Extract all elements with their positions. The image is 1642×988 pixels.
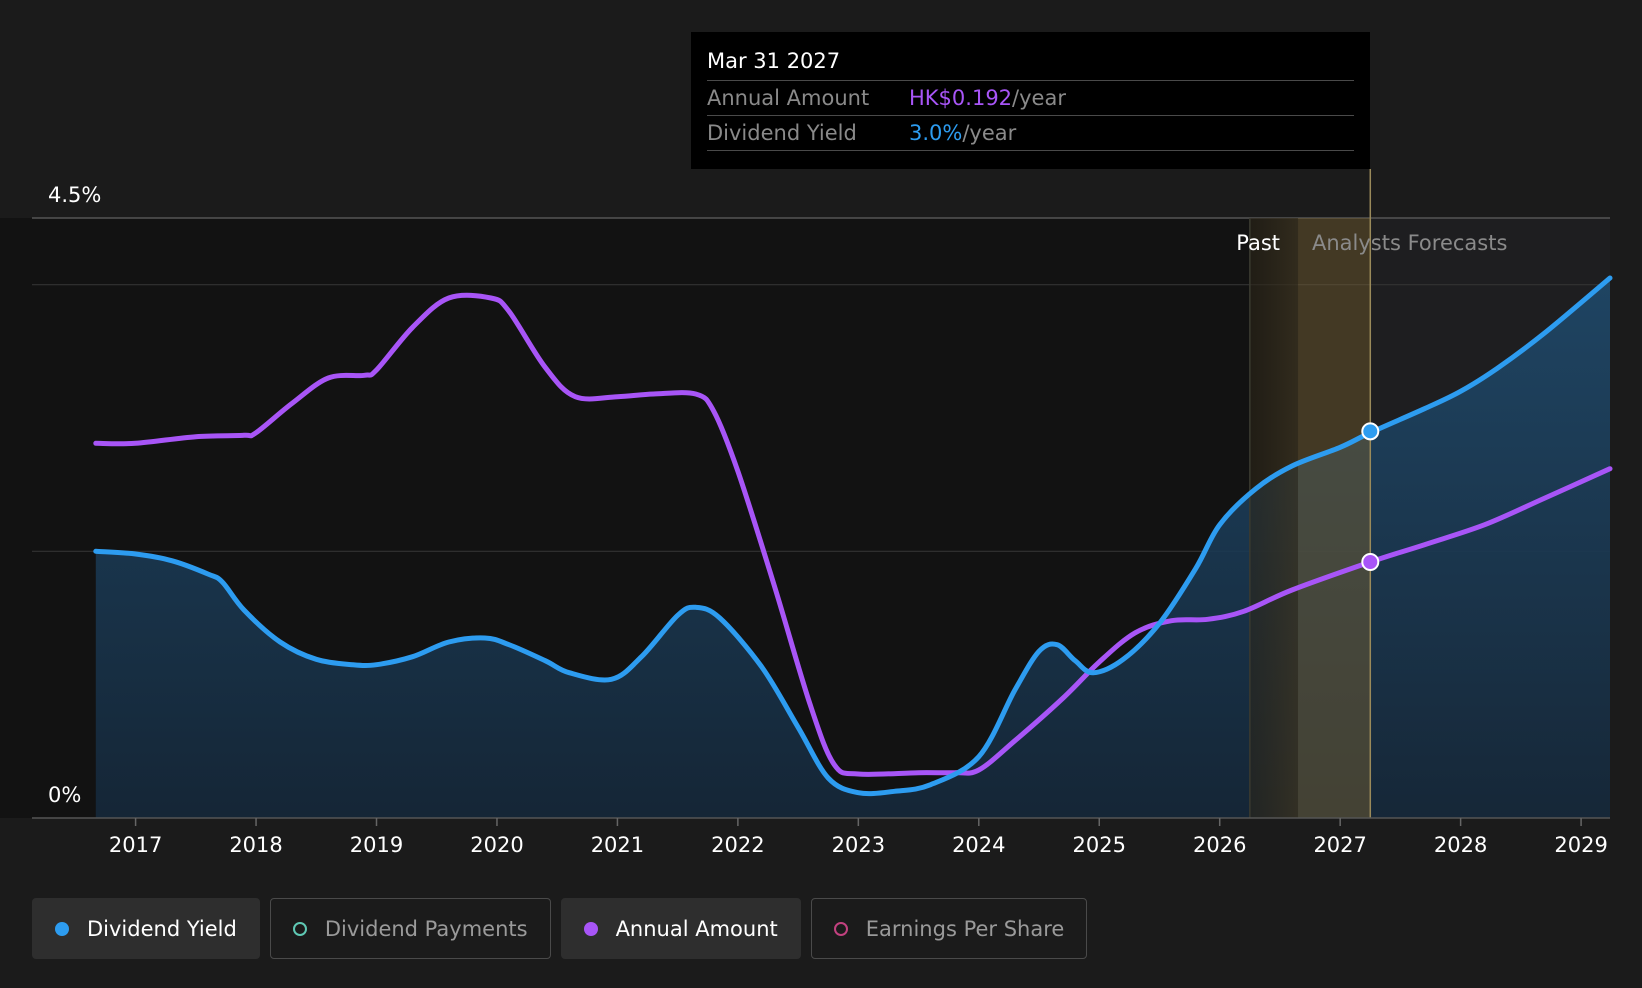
tooltip-date: Mar 31 2027 bbox=[707, 46, 1354, 81]
chart-legend: Dividend Yield Dividend Payments Annual … bbox=[32, 898, 1097, 961]
legend-annual-amount[interactable]: Annual Amount bbox=[560, 898, 801, 959]
legend-dot-icon bbox=[583, 921, 598, 936]
x-tick-label: 2022 bbox=[711, 833, 764, 857]
past-band bbox=[1249, 218, 1299, 818]
x-tick-label: 2024 bbox=[952, 833, 1005, 857]
legend-label: Annual Amount bbox=[615, 916, 778, 941]
legend-label: Earnings Per Share bbox=[865, 916, 1065, 941]
tooltip-value: HK$0.192 bbox=[909, 86, 1013, 110]
x-tick-label: 2020 bbox=[470, 833, 523, 857]
legend-dividend-payments[interactable]: Dividend Payments bbox=[269, 898, 551, 959]
x-tick-label: 2019 bbox=[350, 833, 403, 857]
legend-ring-icon bbox=[292, 921, 307, 936]
legend-earnings-per-share[interactable]: Earnings Per Share bbox=[810, 898, 1088, 959]
x-tick-label: 2025 bbox=[1073, 833, 1126, 857]
past-label: Past bbox=[1236, 231, 1280, 255]
highlight-band bbox=[1298, 218, 1371, 818]
legend-label: Dividend Payments bbox=[324, 916, 528, 941]
legend-dividend-yield[interactable]: Dividend Yield bbox=[32, 898, 260, 959]
y-tick-bottom: 0% bbox=[48, 783, 81, 807]
y-tick-top: 4.5% bbox=[48, 183, 101, 207]
tooltip-unit: /year bbox=[1012, 86, 1066, 110]
forecast-label: Analysts Forecasts bbox=[1312, 231, 1507, 255]
x-tick-label: 2029 bbox=[1554, 833, 1607, 857]
x-tick-label: 2026 bbox=[1193, 833, 1246, 857]
x-tick-label: 2018 bbox=[229, 833, 282, 857]
legend-label: Dividend Yield bbox=[87, 916, 237, 941]
x-tick-label: 2017 bbox=[109, 833, 162, 857]
chart-tooltip: Mar 31 2027 Annual Amount HK$0.192 /year… bbox=[691, 32, 1370, 169]
tooltip-row-annual-amount: Annual Amount HK$0.192 /year bbox=[707, 81, 1354, 116]
x-tick-label: 2027 bbox=[1313, 833, 1366, 857]
legend-dot-icon bbox=[55, 921, 69, 936]
tooltip-label: Annual Amount bbox=[707, 86, 870, 110]
tooltip-unit: /year bbox=[962, 121, 1017, 145]
legend-ring-icon bbox=[833, 921, 848, 936]
x-tick-label: 2023 bbox=[832, 833, 885, 857]
tooltip-value: 3.0% bbox=[909, 121, 963, 145]
x-tick-label: 2021 bbox=[591, 833, 644, 857]
annual-cursor-dot bbox=[1361, 553, 1380, 571]
tooltip-label: Dividend Yield bbox=[707, 121, 857, 145]
x-tick-label: 2028 bbox=[1434, 833, 1487, 857]
yield-cursor-dot bbox=[1361, 422, 1380, 441]
tooltip-row-dividend-yield: Dividend Yield 3.0% /year bbox=[707, 116, 1354, 151]
